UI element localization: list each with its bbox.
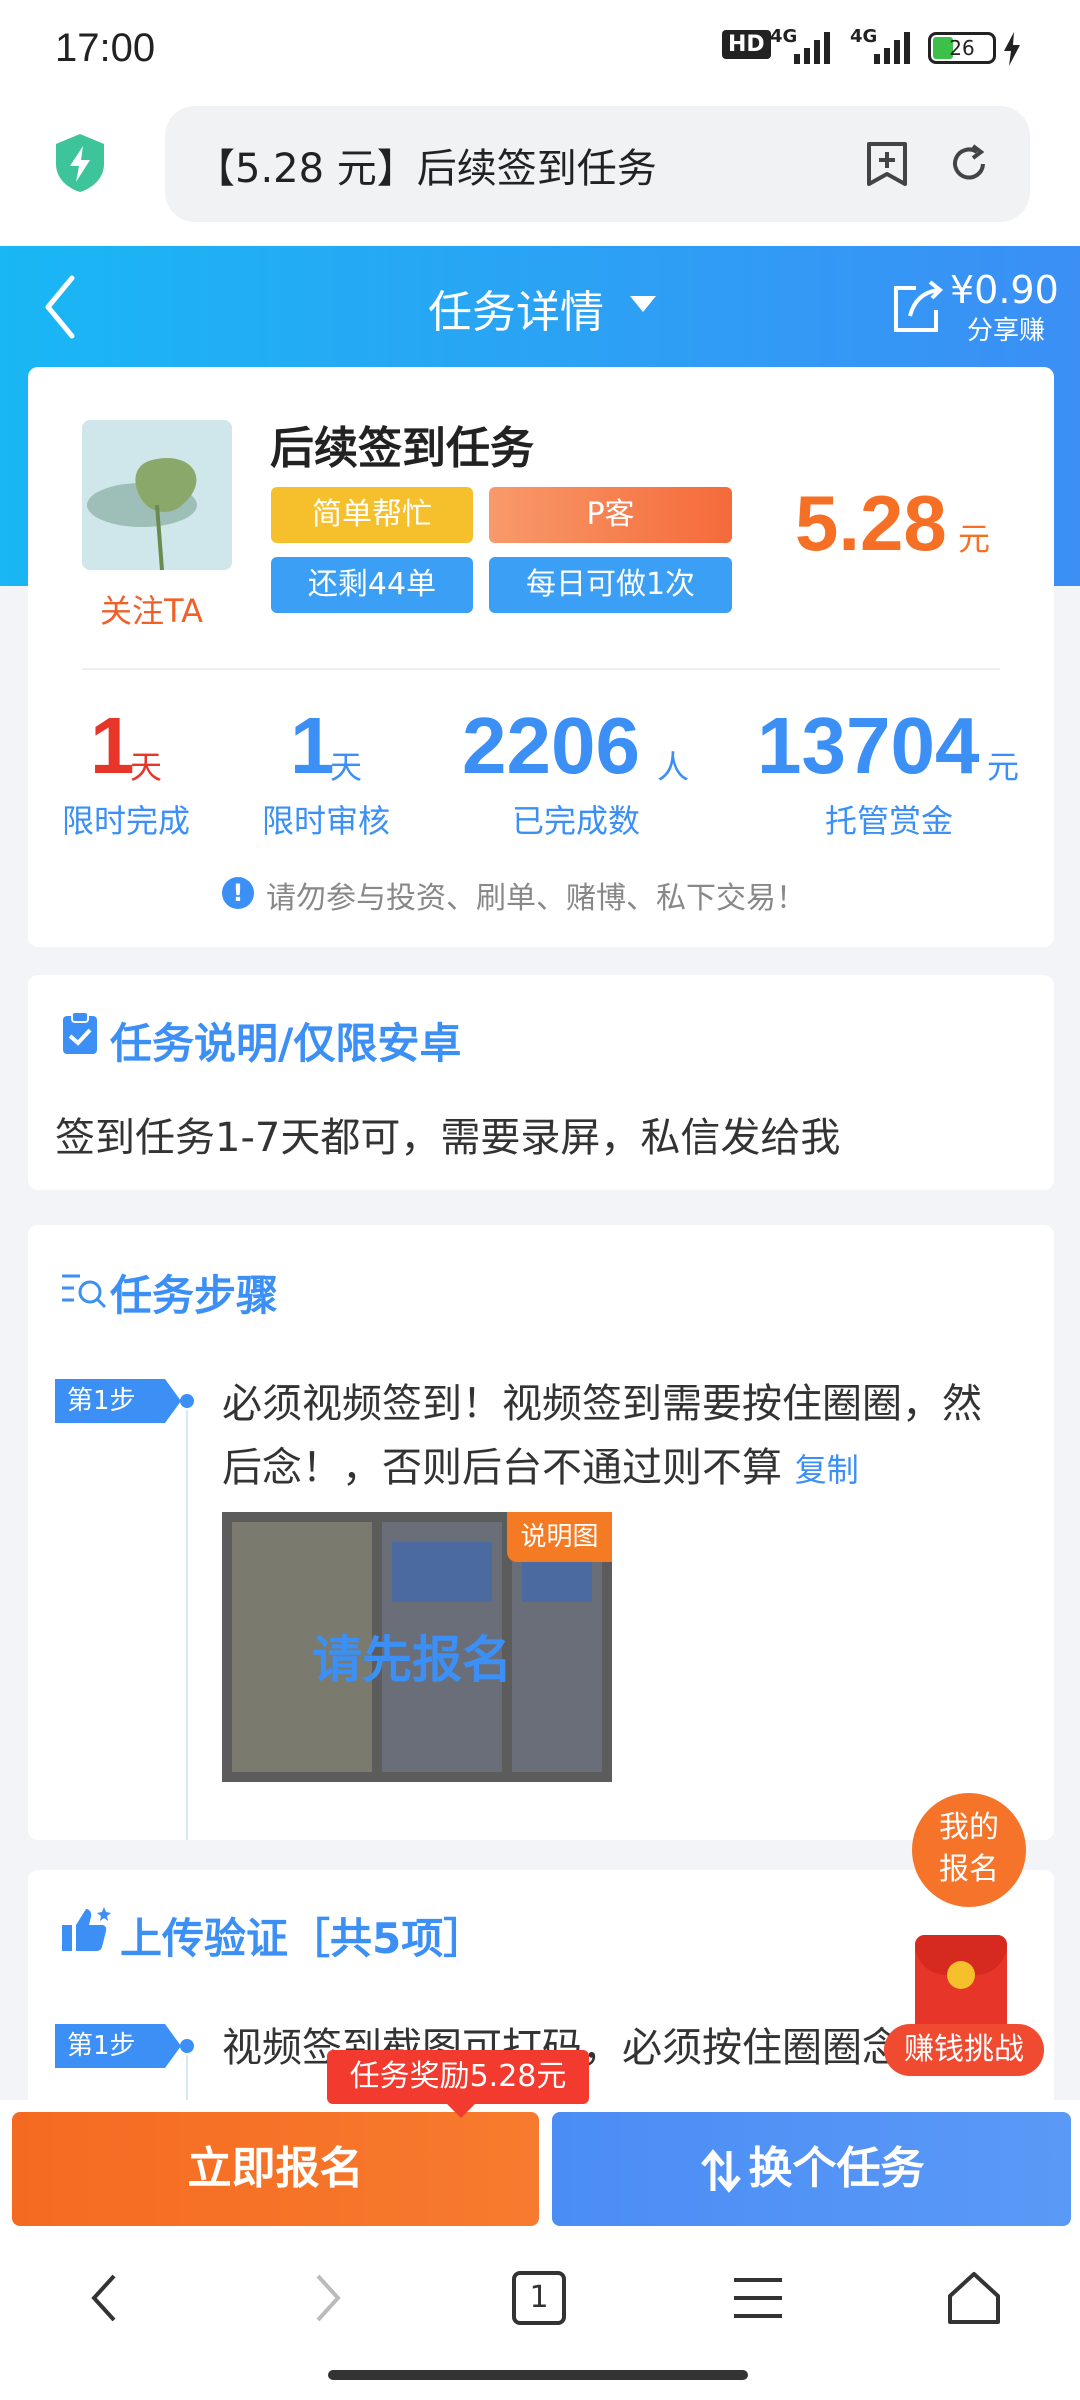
signal-bars-icon-2	[874, 32, 910, 64]
description-text: 签到任务1-7天都可，需要录屏，私信发给我	[55, 1115, 841, 1161]
battery-level: 26	[949, 36, 975, 60]
tag-simple-help: 简单帮忙	[271, 487, 473, 543]
share-label[interactable]: 分享赚	[967, 310, 1045, 347]
status-time: 17:00	[55, 26, 156, 70]
home-icon[interactable]	[944, 2268, 1004, 2328]
avatar[interactable]	[82, 420, 232, 570]
change-task-button[interactable]: 换个任务	[552, 2112, 1071, 2226]
task-title: 后续签到任务	[270, 423, 534, 474]
charging-icon	[1004, 32, 1020, 66]
stat-completed-value: 2206	[462, 701, 640, 790]
copy-link[interactable]: 复制	[795, 1451, 859, 1489]
nav-forward-icon[interactable]	[296, 2268, 356, 2328]
tag-remaining: 还剩44单	[271, 557, 473, 613]
description-title: 任务说明/仅限安卓	[110, 1019, 462, 1068]
stat-review-unit: 天	[330, 748, 363, 786]
signal-bars-icon	[794, 32, 830, 64]
tag-p-ke: P客	[489, 487, 732, 543]
tabs-button[interactable]: 1	[512, 2271, 566, 2325]
back-arrow-icon[interactable]	[40, 272, 80, 342]
follow-button[interactable]: 关注TA	[100, 586, 203, 632]
share-amount[interactable]: ¥0.90	[950, 268, 1059, 312]
challenge-button[interactable]: 赚钱挑战	[884, 2024, 1044, 2076]
url-title: 【5.28 元】后续签到任务	[195, 146, 657, 192]
list-search-icon	[62, 1274, 107, 1309]
upload-step-1-badge: 第1步	[55, 2024, 181, 2068]
page-title[interactable]: 任务详情	[428, 276, 604, 340]
reward-tooltip: 任务奖励5.28元	[327, 2050, 589, 2118]
url-bar[interactable]: 【5.28 元】后续签到任务	[165, 106, 1030, 222]
security-shield-icon[interactable]	[52, 132, 108, 194]
step-1-text: 必须视频签到！视频签到需要按住圈圈，然后念！，否则后台不通过则不算 复制	[222, 1381, 982, 1491]
reward-unit: 元	[958, 520, 991, 558]
share-icon[interactable]	[890, 276, 944, 336]
warning-text: 请勿参与投资、刷单、赌博、私下交易！	[266, 881, 806, 916]
stat-review-value: 1	[290, 701, 335, 790]
stat-bounty-unit: 元	[987, 748, 1020, 786]
title-dropdown-icon[interactable]	[630, 296, 656, 312]
step-dot	[180, 1394, 194, 1408]
stat-complete-value: 1	[90, 701, 135, 790]
stat-bounty-value: 13704	[757, 701, 980, 790]
home-indicator[interactable]	[328, 2370, 748, 2380]
stat-review-label: 限时审核	[262, 802, 391, 840]
upload-title: 上传验证［共5项］	[120, 1914, 486, 1963]
signup-first-overlay: 请先报名	[312, 1631, 512, 1689]
divider	[82, 668, 1000, 670]
stat-completed-unit: 人	[657, 748, 690, 786]
menu-icon[interactable]	[728, 2268, 788, 2328]
stat-bounty-label: 托管赏金	[825, 802, 954, 840]
refresh-icon[interactable]	[947, 142, 991, 186]
my-signup-button[interactable]: 我的 报名	[912, 1793, 1026, 1907]
explanation-badge: 说明图	[507, 1512, 612, 1562]
thumbs-up-icon	[62, 1907, 111, 1951]
stat-completed-label: 已完成数	[512, 802, 641, 840]
status-bar: 17:00 HD 4G 4G 26	[0, 0, 1080, 100]
nav-back-icon[interactable]	[76, 2268, 136, 2328]
swap-icon	[700, 2149, 741, 2193]
hd-indicator: HD	[722, 30, 771, 59]
signup-button[interactable]: 立即报名	[12, 2112, 539, 2226]
clipboard-check-icon	[63, 1011, 97, 1054]
upload-step-dot	[180, 2039, 194, 2053]
stat-complete-label: 限时完成	[62, 802, 191, 840]
steps-title: 任务步骤	[110, 1271, 279, 1320]
warning-icon: !	[222, 877, 254, 909]
reward-value: 5.28	[795, 479, 947, 567]
bookmark-add-icon[interactable]	[865, 140, 909, 188]
step-1-badge: 第1步	[55, 1379, 181, 1423]
stat-complete-unit: 天	[130, 748, 163, 786]
tag-daily-limit: 每日可做1次	[489, 557, 732, 613]
step-line	[186, 1410, 188, 1840]
battery-icon: 26	[928, 32, 996, 64]
